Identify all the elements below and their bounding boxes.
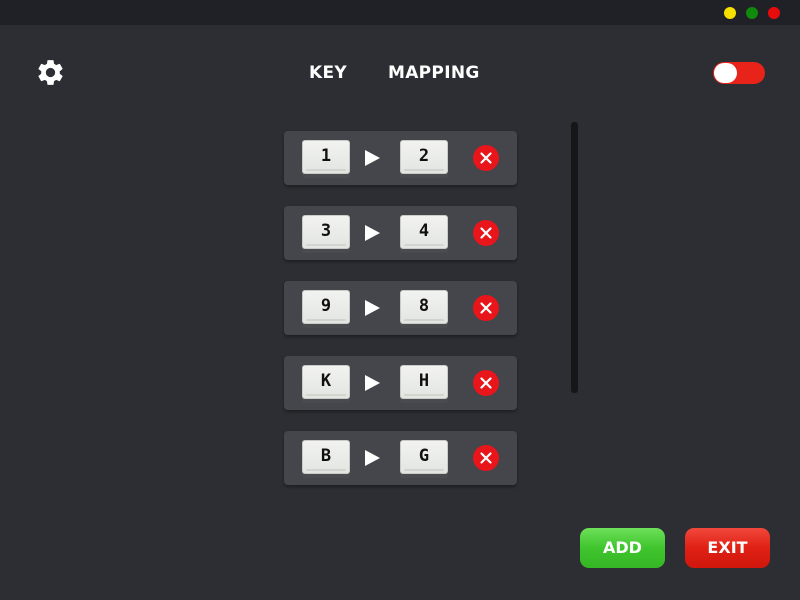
mapping-row: 34 [284, 206, 517, 260]
play-arrow-icon [365, 300, 380, 316]
close-window-button[interactable] [768, 7, 780, 19]
maximize-window-button[interactable] [746, 7, 758, 19]
target-key-label: H [400, 365, 448, 399]
close-circle-icon [480, 302, 492, 314]
source-key[interactable]: 1 [302, 140, 350, 178]
target-key-label: 4 [400, 215, 448, 249]
delete-mapping-button[interactable] [473, 370, 499, 396]
mapping-toggle[interactable] [713, 62, 765, 84]
header-title-key: KEY [309, 63, 347, 83]
source-key[interactable]: 9 [302, 290, 350, 328]
close-circle-icon [480, 152, 492, 164]
minimize-window-button[interactable] [724, 7, 736, 19]
scrollbar[interactable] [571, 122, 578, 393]
header-title-mapping: MAPPING [388, 63, 480, 83]
target-key[interactable]: 8 [400, 290, 448, 328]
add-button[interactable]: ADD [580, 528, 665, 568]
source-key[interactable]: 3 [302, 215, 350, 253]
play-arrow-icon [365, 375, 380, 391]
source-key-label: 3 [302, 215, 350, 249]
delete-mapping-button[interactable] [473, 220, 499, 246]
close-circle-icon [480, 452, 492, 464]
mapping-row: 12 [284, 131, 517, 185]
title-bar [0, 0, 800, 25]
delete-mapping-button[interactable] [473, 295, 499, 321]
source-key-label: B [302, 440, 350, 474]
mapping-row: 98 [284, 281, 517, 335]
source-key[interactable]: K [302, 365, 350, 403]
play-arrow-icon [365, 450, 380, 466]
play-arrow-icon [365, 150, 380, 166]
delete-mapping-button[interactable] [473, 145, 499, 171]
close-circle-icon [480, 377, 492, 389]
target-key[interactable]: G [400, 440, 448, 478]
source-key-label: K [302, 365, 350, 399]
mapping-row: BG [284, 431, 517, 485]
target-key[interactable]: 2 [400, 140, 448, 178]
target-key-label: G [400, 440, 448, 474]
source-key-label: 1 [302, 140, 350, 174]
target-key[interactable]: H [400, 365, 448, 403]
mapping-row: KH [284, 356, 517, 410]
gear-icon[interactable] [35, 57, 66, 88]
exit-button[interactable]: EXIT [685, 528, 770, 568]
source-key-label: 9 [302, 290, 350, 324]
close-circle-icon [480, 227, 492, 239]
delete-mapping-button[interactable] [473, 445, 499, 471]
toggle-knob [714, 63, 737, 83]
target-key-label: 8 [400, 290, 448, 324]
play-arrow-icon [365, 225, 380, 241]
source-key[interactable]: B [302, 440, 350, 478]
target-key[interactable]: 4 [400, 215, 448, 253]
target-key-label: 2 [400, 140, 448, 174]
